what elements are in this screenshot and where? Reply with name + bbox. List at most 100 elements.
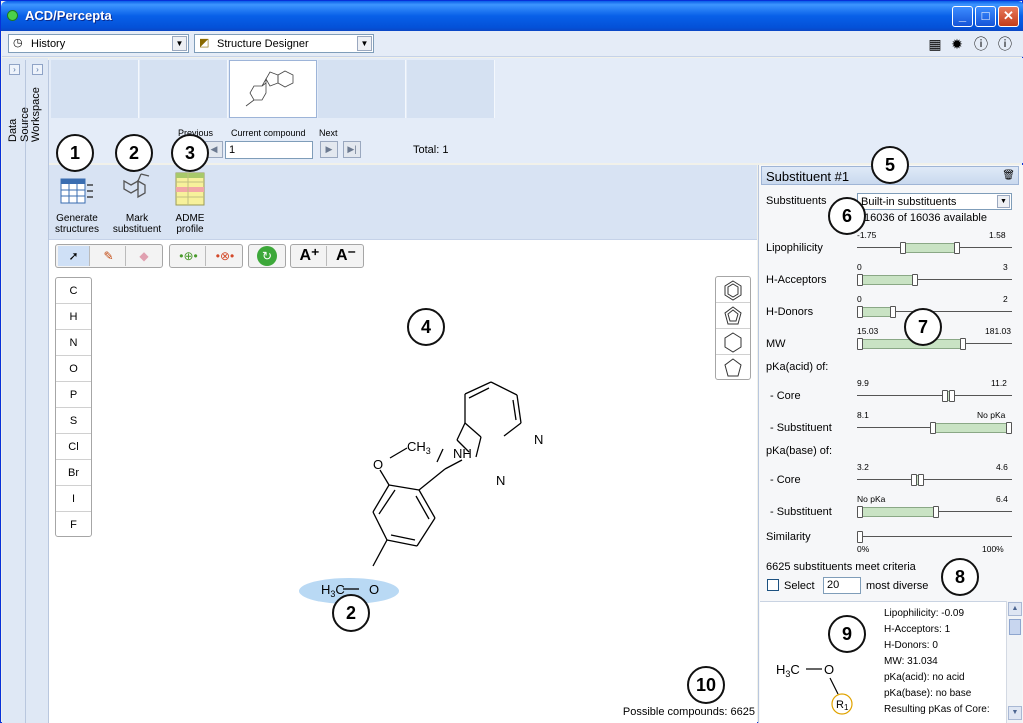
next-button[interactable]: ▶ [320, 141, 338, 158]
slider-high-handle[interactable] [960, 338, 966, 350]
refresh-button[interactable]: ↻ [248, 244, 286, 268]
atom-palette: C H N O P S Cl Br I F [55, 277, 92, 537]
compound-slot[interactable] [407, 60, 495, 118]
pka-acid-core-slider[interactable] [857, 390, 1012, 402]
refresh-icon[interactable]: ↻ [257, 246, 277, 266]
prop-line: H-Acceptors: 1 [884, 624, 951, 635]
minimize-button[interactable]: _ [952, 6, 973, 27]
pka-acid-substituent-slider[interactable] [857, 422, 1012, 434]
slider-low-handle[interactable] [857, 506, 863, 518]
font-increase-icon[interactable]: A⁺ [293, 246, 327, 266]
calculator-icon[interactable]: ▦ [926, 35, 944, 53]
slider-low-handle[interactable] [857, 338, 863, 350]
eraser-icon[interactable]: ◆ [128, 246, 160, 266]
maximize-button[interactable]: □ [975, 6, 996, 27]
pka-acid-label: pKa(acid) of: [766, 361, 829, 373]
font-decrease-icon[interactable]: A⁻ [329, 246, 363, 266]
cyclopentane-icon[interactable] [716, 355, 750, 381]
slider-low-handle[interactable] [942, 390, 948, 402]
compound-thumbnail[interactable] [229, 60, 317, 118]
chevron-down-icon[interactable]: ▼ [997, 195, 1010, 208]
atom-button[interactable]: Br [56, 460, 91, 486]
slider-low-handle[interactable] [857, 274, 863, 286]
slider-high-handle[interactable] [933, 506, 939, 518]
current-compound-input[interactable]: 1 [225, 141, 313, 159]
module-dropdown[interactable]: ◩ Structure Designer ▼ [194, 34, 374, 53]
similarity-slider[interactable] [857, 531, 1012, 543]
clock-icon: ◷ [13, 37, 23, 49]
slider-min-label: 0 [857, 262, 862, 272]
scroll-thumb[interactable] [1009, 619, 1021, 635]
atom-button[interactable]: C [56, 278, 91, 304]
add-bond-icon[interactable]: •⊕• [172, 246, 206, 266]
atom-button[interactable]: F [56, 512, 91, 538]
tab-workspace[interactable]: › Workspace [27, 60, 49, 723]
mark-substituent-button[interactable]: Mark substituent [107, 171, 167, 235]
pka-base-substituent-slider[interactable] [857, 506, 1012, 518]
history-dropdown[interactable]: ◷ History ▼ [8, 34, 189, 53]
last-button[interactable]: ▶| [343, 141, 361, 158]
slider-low-handle[interactable] [857, 306, 863, 318]
trash-icon[interactable]: 🗑 [1002, 170, 1015, 181]
chevron-down-icon[interactable]: ▼ [172, 36, 187, 51]
compound-slot[interactable] [318, 60, 406, 118]
result-scrollbar[interactable]: ▲ ▼ [1006, 601, 1022, 723]
info-icon[interactable]: ⓘ [996, 35, 1014, 53]
expand-icon[interactable]: › [9, 64, 20, 75]
help-icon[interactable]: ⓘ [972, 35, 990, 53]
substituents-value: Built-in substituents [861, 196, 957, 208]
structure-editor[interactable]: ➚ ✎ ◆ •⊕• •⊗• ↻ A⁺ A⁻ C H N O P S Cl Br … [49, 239, 757, 723]
chevron-down-icon[interactable]: ▼ [357, 36, 372, 51]
pencil-icon[interactable]: ✎ [92, 246, 126, 266]
settings-icon[interactable]: ✹ [948, 35, 966, 53]
generate-structures-button[interactable]: Generate structures [51, 171, 103, 235]
slider-high-handle[interactable] [912, 274, 918, 286]
h-acceptors-slider[interactable] [857, 274, 1012, 286]
atom-button[interactable]: H [56, 304, 91, 330]
substituents-dropdown[interactable]: Built-in substituents ▼ [857, 193, 1012, 210]
imidazole-n-label: N [496, 473, 505, 488]
cyclohexane-icon[interactable] [716, 329, 750, 355]
slider-low-handle[interactable] [900, 242, 906, 254]
slider-high-handle[interactable] [890, 306, 896, 318]
select-arrow-icon[interactable]: ➚ [58, 246, 90, 266]
molecule-canvas[interactable]: CH3 O NH N N H3C O [269, 380, 559, 620]
pka-base-core-slider[interactable] [857, 474, 1012, 486]
substituent-result[interactable]: H3C O R1 Lipophilicity: -0.09 H-Acceptor… [760, 601, 1006, 723]
compound-slot[interactable] [140, 60, 228, 118]
cyclopentadiene-icon[interactable] [716, 303, 750, 329]
select-checkbox[interactable] [767, 579, 779, 591]
atom-button[interactable]: N [56, 330, 91, 356]
remove-bond-icon[interactable]: •⊗• [208, 246, 242, 266]
slider-high-handle[interactable] [949, 390, 955, 402]
atom-button[interactable]: Cl [56, 434, 91, 460]
tab-data-source[interactable]: › Data Source [4, 60, 31, 723]
atom-button[interactable]: I [56, 486, 91, 512]
callout-badge: 6 [828, 197, 866, 235]
title-bar[interactable]: ACD/Percepta _ □ ✕ [1, 1, 1023, 31]
mark-substituent-icon [123, 173, 150, 199]
slider-high-handle[interactable] [918, 474, 924, 486]
slider-low-handle[interactable] [930, 422, 936, 434]
slider-range-fill [933, 423, 1009, 433]
select-count-input[interactable]: 20 [823, 577, 861, 594]
compound-slot[interactable] [51, 60, 139, 118]
substituents-label: Substituents [766, 195, 827, 207]
benzene-icon[interactable] [716, 277, 750, 303]
scroll-down-icon[interactable]: ▼ [1008, 706, 1022, 720]
lipophilicity-slider[interactable] [857, 242, 1012, 254]
slider-high-handle[interactable] [954, 242, 960, 254]
slider-high-handle[interactable] [1006, 422, 1012, 434]
slider-low-handle[interactable] [911, 474, 917, 486]
atom-button[interactable]: S [56, 408, 91, 434]
expand-icon[interactable]: › [32, 64, 43, 75]
adme-profile-button[interactable]: ADME profile [169, 171, 211, 235]
scroll-up-icon[interactable]: ▲ [1008, 602, 1022, 616]
h-acceptors-label: H-Acceptors [766, 274, 827, 286]
atom-button[interactable]: P [56, 382, 91, 408]
slider-low-handle[interactable] [857, 531, 863, 543]
close-button[interactable]: ✕ [998, 6, 1019, 27]
atom-button[interactable]: O [56, 356, 91, 382]
panel-title: Substituent #1 [766, 169, 850, 184]
bond-tools-group: •⊕• •⊗• [169, 244, 243, 268]
